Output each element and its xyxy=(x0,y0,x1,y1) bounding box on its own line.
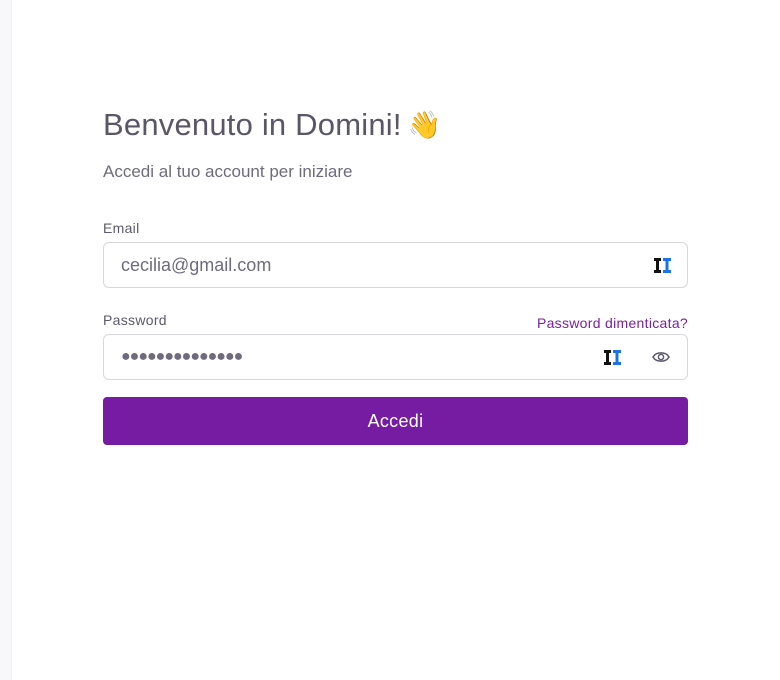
eye-icon[interactable] xyxy=(652,349,670,365)
page-title: Benvenuto in Domini! 👋 xyxy=(103,104,688,146)
password-label: Password xyxy=(103,312,167,328)
sidebar-edge xyxy=(0,0,12,680)
email-label-row: Email xyxy=(103,218,688,236)
email-field[interactable] xyxy=(104,243,687,287)
login-form: Benvenuto in Domini! 👋 Accedi al tuo acc… xyxy=(103,104,688,445)
forgot-password-link[interactable]: Password dimenticata? xyxy=(537,315,688,331)
title-text: Benvenuto in Domini! xyxy=(103,107,402,142)
password-label-row: Password Password dimenticata? xyxy=(103,310,688,331)
email-label: Email xyxy=(103,220,140,236)
page-subtitle: Accedi al tuo account per iniziare xyxy=(103,162,353,181)
waving-hand-icon: 👋 xyxy=(407,109,442,140)
password-manager-icon[interactable] xyxy=(654,258,671,273)
password-value: ●●●●●●●●●●●●●● xyxy=(121,348,243,365)
login-button[interactable]: Accedi xyxy=(103,397,688,445)
password-field[interactable]: ●●●●●●●●●●●●●● xyxy=(103,334,688,380)
password-manager-icon[interactable] xyxy=(604,350,621,365)
email-field-container xyxy=(103,242,688,288)
